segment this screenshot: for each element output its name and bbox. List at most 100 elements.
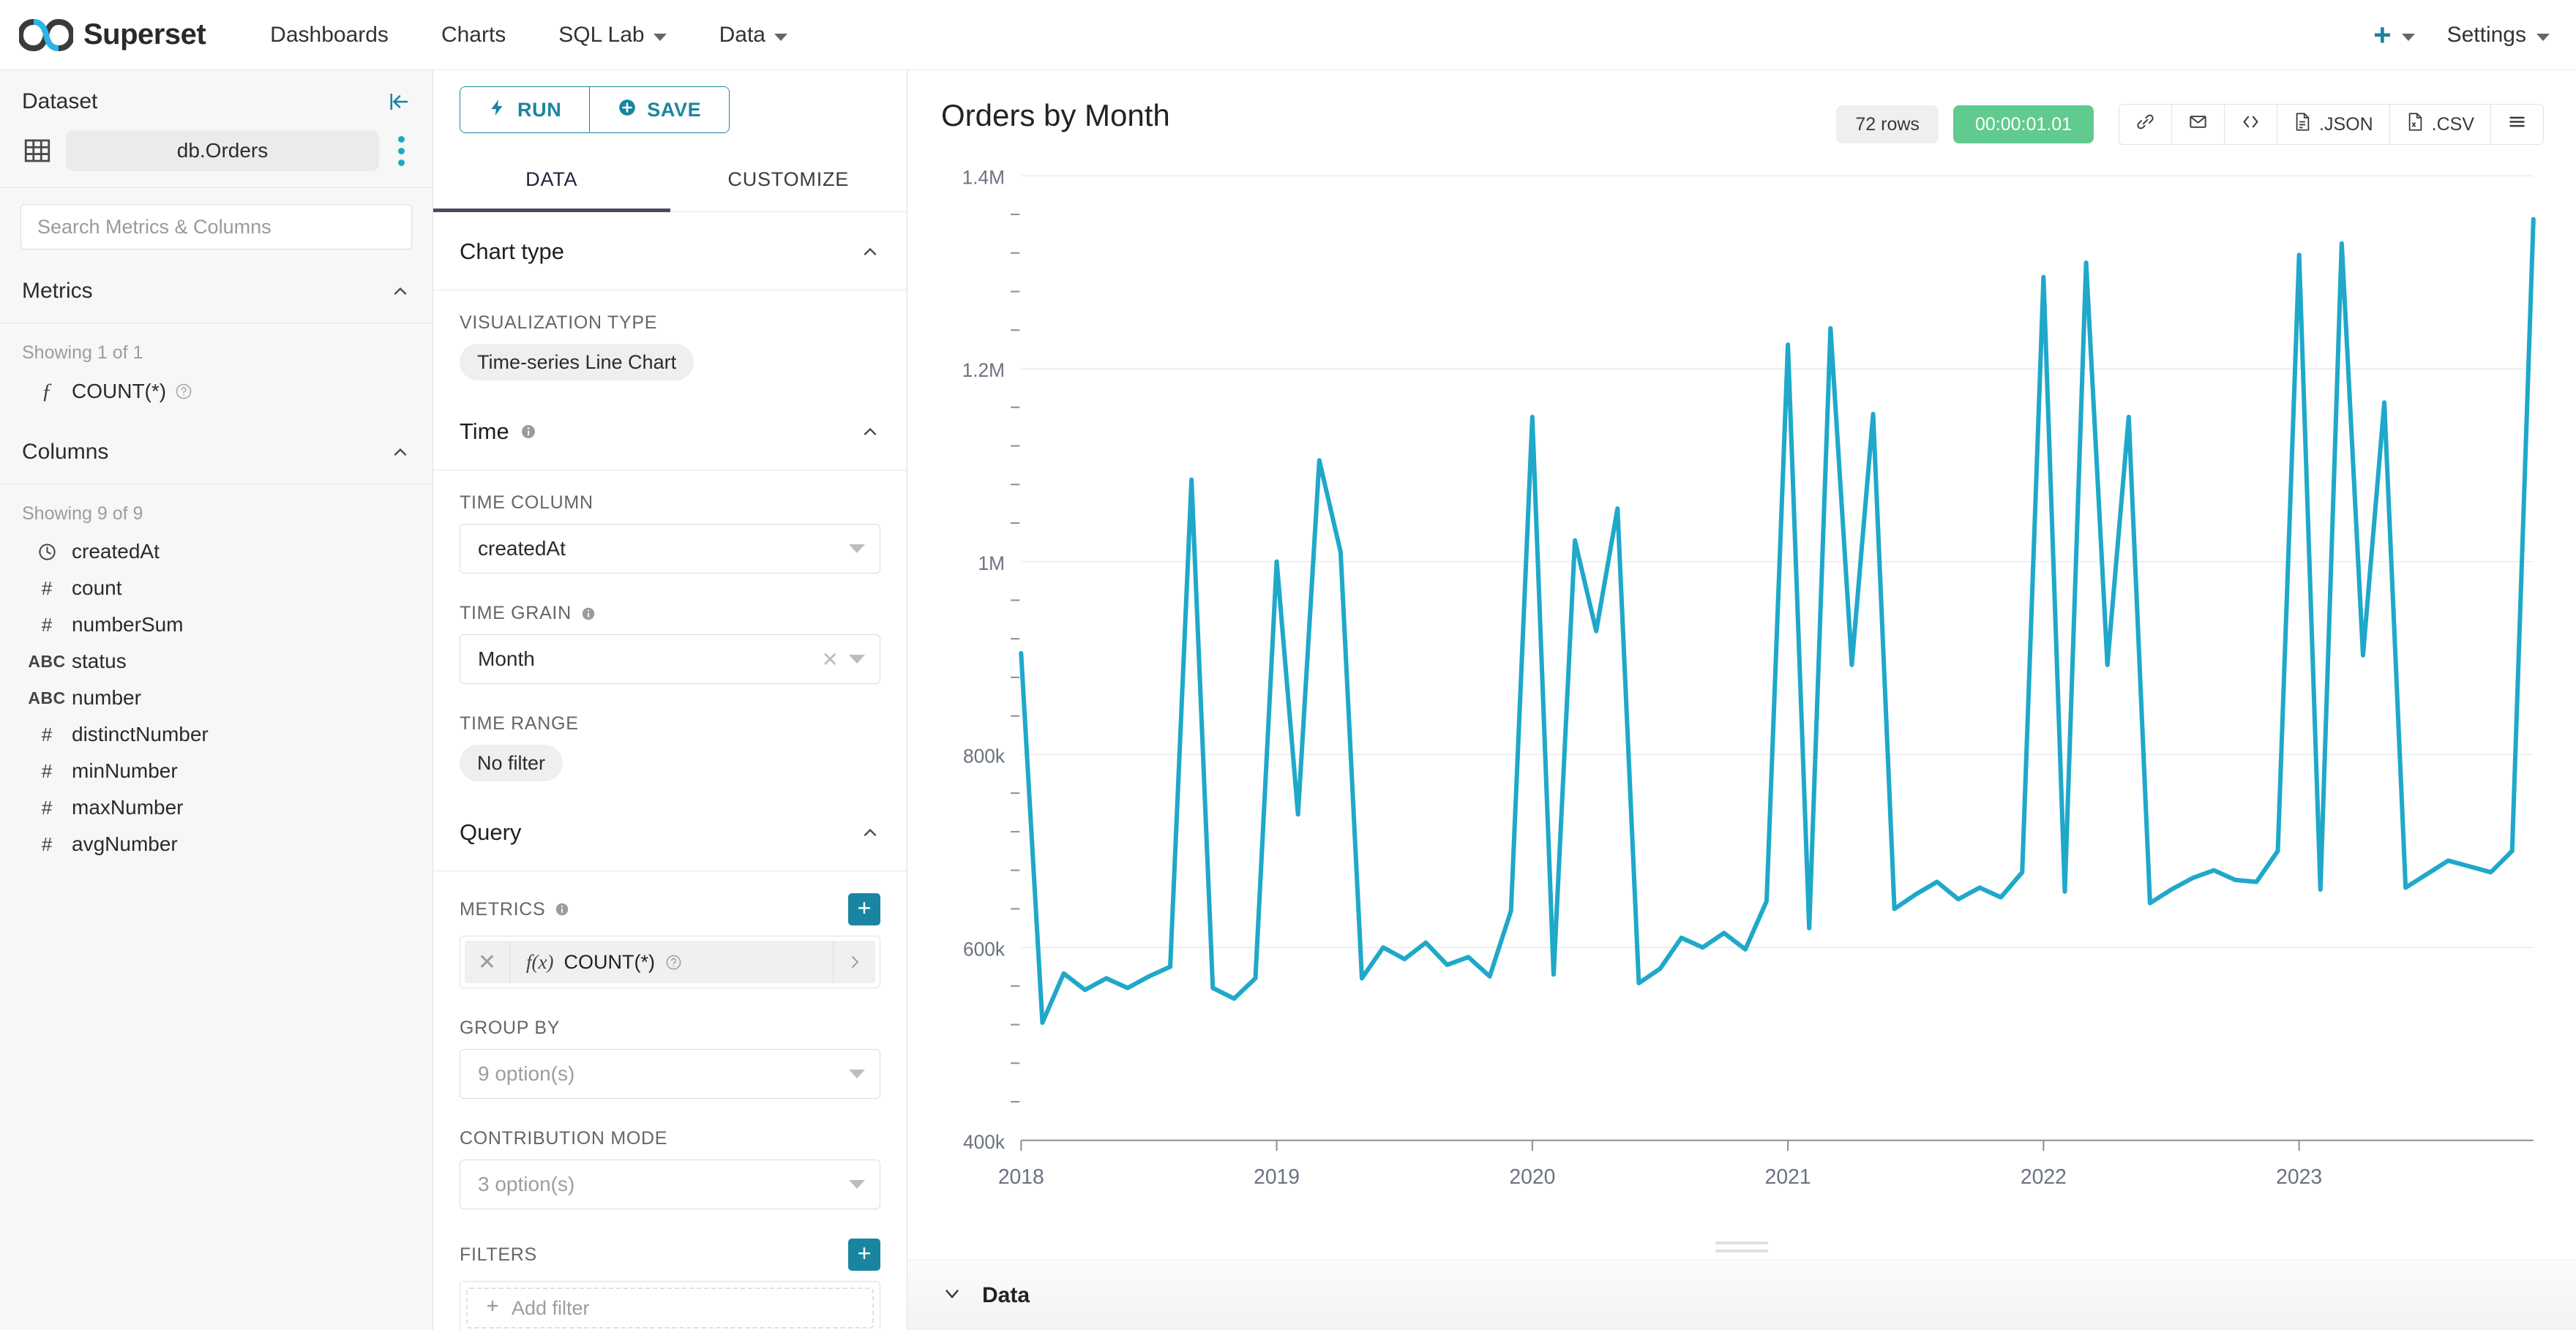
chevron-right-icon[interactable] <box>833 941 875 983</box>
new-item-button[interactable]: + <box>2373 20 2415 50</box>
info-circle-icon[interactable] <box>580 606 596 622</box>
csv-file-icon <box>2406 112 2425 137</box>
top-navbar: Superset Dashboards Charts SQL Lab Data … <box>0 0 2576 70</box>
time-column-select[interactable]: createdAt <box>460 524 880 574</box>
collapse-left-icon[interactable] <box>389 91 411 113</box>
time-section-header[interactable]: Time <box>433 380 907 470</box>
nav-item-data[interactable]: Data <box>693 0 814 70</box>
viz-type-value[interactable]: Time-series Line Chart <box>460 344 694 380</box>
y-axis-tick-label: 1.2M <box>962 359 1005 381</box>
time-section-title: Time <box>460 418 537 445</box>
column-item-label: distinctNumber <box>72 723 209 746</box>
column-item-minNumber[interactable]: # minNumber <box>0 753 433 789</box>
clear-icon[interactable]: ✕ <box>812 647 849 672</box>
hash-icon: # <box>22 614 72 636</box>
chart-type-body: VISUALIZATION TYPE Time-series Line Char… <box>433 290 907 380</box>
view-query-button[interactable] <box>2224 105 2277 144</box>
time-range-value[interactable]: No filter <box>460 745 563 781</box>
metric-chip-count-star[interactable]: ✕ f(x) COUNT(*) <box>465 941 875 983</box>
add-filter-dropzone[interactable]: Add filter <box>466 1288 874 1329</box>
chart-type-title: Chart type <box>460 238 564 265</box>
settings-menu[interactable]: Settings <box>2447 23 2550 48</box>
code-icon <box>2241 112 2261 137</box>
remove-metric-icon[interactable]: ✕ <box>465 941 510 983</box>
dataset-selector[interactable]: db.Orders <box>66 130 379 171</box>
dataset-panel-header: Dataset <box>0 70 433 187</box>
add-metric-button[interactable]: + <box>848 893 880 925</box>
nav-item-label: Dashboards <box>270 0 389 70</box>
hash-icon: # <box>22 833 72 856</box>
vertical-dots-icon[interactable] <box>392 136 411 166</box>
nav-item-sql-lab[interactable]: SQL Lab <box>532 0 692 70</box>
group-by-select[interactable]: 9 option(s) <box>460 1049 880 1099</box>
export-json-button[interactable]: .JSON <box>2277 105 2389 144</box>
share-email-button[interactable] <box>2171 105 2224 144</box>
function-icon: ƒ <box>22 379 72 404</box>
x-axis-tick-label: 2022 <box>2021 1165 2067 1189</box>
save-button-label: SAVE <box>647 99 701 121</box>
contribution-mode-select[interactable]: 3 option(s) <box>460 1160 880 1209</box>
hash-icon: # <box>22 797 72 819</box>
search-container <box>0 188 433 268</box>
column-item-avgNumber[interactable]: # avgNumber <box>0 826 433 863</box>
nav-item-dashboards[interactable]: Dashboards <box>244 0 415 70</box>
add-filter-button[interactable]: + <box>848 1239 880 1271</box>
column-item-label: numberSum <box>72 613 184 636</box>
json-file-icon <box>2294 112 2312 137</box>
column-item-label: minNumber <box>72 759 178 783</box>
export-csv-button[interactable]: .CSV <box>2389 105 2490 144</box>
column-item-maxNumber[interactable]: # maxNumber <box>0 789 433 826</box>
column-item-numberSum[interactable]: # numberSum <box>0 606 433 643</box>
filters-label: FILTERS <box>460 1244 537 1266</box>
metrics-list: ✕ f(x) COUNT(*) <box>460 936 880 988</box>
page-title: Orders by Month <box>941 98 1170 133</box>
query-section-header[interactable]: Query <box>433 781 907 871</box>
x-axis-tick-label: 2019 <box>1254 1165 1300 1189</box>
metric-item-count-star[interactable]: ƒ COUNT(*) <box>0 372 433 410</box>
info-circle-icon[interactable] <box>554 901 570 917</box>
column-item-count[interactable]: # count <box>0 570 433 606</box>
time-grain-select[interactable]: Month ✕ <box>460 634 880 684</box>
column-item-number[interactable]: ABC number <box>0 680 433 716</box>
y-axis-tick-label: 600k <box>963 938 1006 960</box>
brand-logo[interactable]: Superset <box>19 18 206 51</box>
nav-links: Dashboards Charts SQL Lab Data <box>244 0 814 70</box>
run-button[interactable]: RUN <box>460 87 589 132</box>
data-panel-header[interactable]: Data <box>907 1260 2576 1330</box>
chevron-down-icon <box>654 34 667 41</box>
chart-menu-button[interactable] <box>2490 105 2543 144</box>
chevron-down-icon <box>774 34 787 41</box>
drag-handle-icon[interactable] <box>907 1228 2576 1260</box>
chevron-up-icon <box>860 241 880 262</box>
column-item-label: number <box>72 686 141 710</box>
column-item-status[interactable]: ABC status <box>0 643 433 680</box>
tab-customize[interactable]: CUSTOMIZE <box>670 152 907 212</box>
time-section-body: TIME COLUMN createdAt TIME GRAIN Month <box>433 470 907 781</box>
time-series-line-chart[interactable]: 400k600k800k1M1.2M1.4M201820192020202120… <box>934 162 2547 1228</box>
column-item-distinctNumber[interactable]: # distinctNumber <box>0 716 433 753</box>
search-input[interactable] <box>20 204 412 249</box>
help-circle-icon[interactable] <box>175 383 192 400</box>
export-json-label: .JSON <box>2319 114 2373 135</box>
copy-link-button[interactable] <box>2119 105 2171 144</box>
dataset-name: db.Orders <box>177 139 269 162</box>
metrics-section-header[interactable]: Metrics <box>0 268 433 323</box>
chevron-down-icon <box>849 1070 865 1078</box>
chevron-down-icon <box>849 655 865 664</box>
column-item-createdAt[interactable]: createdAt <box>0 533 433 570</box>
columns-section-header[interactable]: Columns <box>0 410 433 484</box>
nav-item-charts[interactable]: Charts <box>415 0 532 70</box>
column-item-label: maxNumber <box>72 796 183 819</box>
contribution-mode-label: CONTRIBUTION MODE <box>460 1128 880 1149</box>
save-button[interactable]: SAVE <box>589 87 729 132</box>
export-csv-label: .CSV <box>2432 114 2474 135</box>
info-circle-icon[interactable] <box>520 423 537 440</box>
tab-data[interactable]: DATA <box>433 152 670 212</box>
chart-type-section-header[interactable]: Chart type <box>433 212 907 290</box>
time-grain-value: Month <box>478 647 812 671</box>
chevron-down-icon <box>849 1180 865 1189</box>
columns-section-title: Columns <box>22 440 108 465</box>
y-axis-tick-label: 1.4M <box>962 166 1005 188</box>
help-circle-icon[interactable] <box>665 954 682 971</box>
y-axis-tick-label: 800k <box>963 745 1006 767</box>
